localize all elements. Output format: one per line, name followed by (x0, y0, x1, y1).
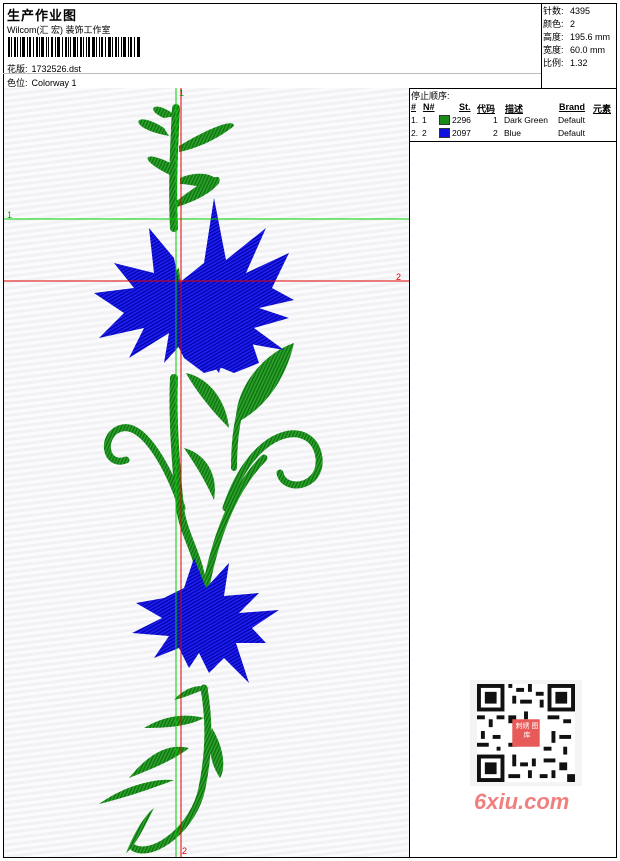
colorway-label: 色位: (7, 78, 28, 88)
meta-line (3, 73, 541, 74)
col-header-index: # (411, 102, 417, 112)
col-header-brand: Brand (559, 102, 586, 112)
table-row: 1. 1 2296 1 Dark Green Default (411, 115, 585, 125)
col-header-stitches: St. (459, 102, 471, 112)
colorway-value: Colorway 1 (31, 78, 77, 88)
col-header-element: 元素 (593, 104, 612, 114)
col-header-needle: N# (423, 102, 435, 112)
embroidery-design (4, 88, 409, 857)
design-label: 花版: (7, 64, 28, 74)
panel-divider (409, 88, 410, 858)
table-bottom-line (409, 141, 617, 142)
stats-block: 针数: 4395 颜色: 2 高度: 195.6 mm 宽度: 60.0 mm 比例: 1… (543, 5, 610, 70)
qr-code: 刺绣 图库 (470, 680, 582, 786)
embroidery-canvas: 1 2 1 2 (4, 88, 409, 857)
guide-label-v2: 2 (182, 846, 188, 856)
col-header-description: 描述 (505, 104, 524, 114)
stat-colors: 颜色: 2 (543, 19, 576, 29)
guide-label-h1: 1 (7, 210, 13, 220)
barcode (8, 37, 140, 57)
design-info: 花版: 1732526.dst (7, 62, 81, 75)
col-header-code: 代码 (477, 104, 496, 114)
stat-height: 高度: 195.6 mm (543, 32, 611, 42)
guide-label-v1: 1 (179, 88, 185, 98)
stat-stitches: 针数: 4395 (543, 6, 591, 16)
guide-label-h2: 2 (396, 272, 402, 282)
qr-stamp-text: 刺绣 图库 (515, 723, 539, 739)
stop-sequence-title: 停止顺序: (411, 91, 450, 101)
watermark-logo: 6xiu.com (474, 789, 570, 814)
color-swatch (439, 115, 450, 125)
design-value: 1732526.dst (31, 64, 82, 74)
page-title: 生产作业图 (7, 8, 78, 23)
table-row: 2. 2 2097 2 Blue Default (411, 128, 585, 138)
stats-divider (541, 3, 542, 88)
stat-scale: 比例: 1.32 (543, 58, 588, 68)
studio-name: Wilcom(汇 宏) 装饰工作室 (7, 25, 111, 35)
stat-width: 宽度: 60.0 mm (543, 45, 606, 55)
blue-flower-top (94, 198, 294, 373)
color-swatch (439, 128, 450, 138)
